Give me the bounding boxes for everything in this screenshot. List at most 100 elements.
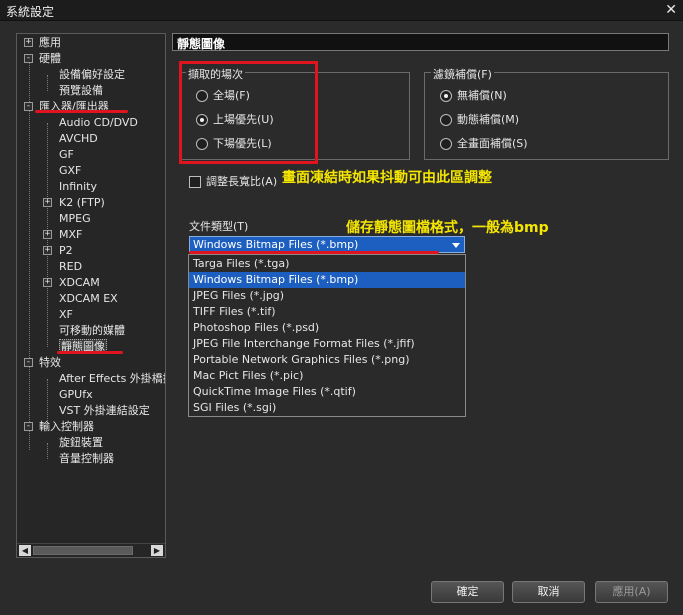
option-sgi[interactable]: SGI Files (*.sgi)	[189, 400, 465, 416]
scroll-left-arrow-icon[interactable]: ◀	[19, 545, 31, 556]
tree-item-jog-device[interactable]: 旋鈕裝置	[59, 435, 103, 451]
option-psd[interactable]: Photoshop Files (*.psd)	[189, 320, 465, 336]
option-targa[interactable]: Targa Files (*.tga)	[189, 256, 465, 272]
format-annotation: 儲存靜態圖檔格式，一般為bmp	[346, 220, 549, 236]
radio-dot[interactable]	[440, 138, 452, 150]
tree-item-label: GXF	[59, 164, 82, 177]
tree-item-after-effects-bridge[interactable]: After Effects 外掛橋接	[59, 371, 166, 387]
expand-icon[interactable]: +	[43, 278, 52, 287]
tree-item-vst-plugin[interactable]: VST 外掛連結設定	[59, 403, 150, 419]
tree-item-p2[interactable]: + P2	[41, 243, 73, 259]
panel-title-bar: 靜態圖像	[172, 33, 669, 51]
option-bmp[interactable]: Windows Bitmap Files (*.bmp)	[189, 272, 465, 288]
tree-connector	[29, 58, 30, 450]
tree-item-label: XF	[59, 308, 73, 321]
tree-item-input-controllers[interactable]: - 輸入控制器	[22, 419, 94, 435]
radio-dot-selected[interactable]	[440, 90, 452, 102]
window-title: 系統設定	[6, 5, 55, 19]
tree-item-audio-cd-dvd[interactable]: Audio CD/DVD	[59, 115, 138, 131]
tree-item-label: 硬體	[39, 52, 61, 65]
tree-item-gf[interactable]: GF	[59, 147, 74, 163]
tree-horizontal-scrollbar[interactable]: ◀ ▶	[17, 543, 165, 557]
tree-item-label: 應用	[39, 36, 61, 49]
radio-label: 動態補償(M)	[457, 113, 520, 126]
tree-item-hardware[interactable]: - 硬體	[22, 51, 61, 67]
option-jfif[interactable]: JPEG File Interchange Format Files (*.jf…	[189, 336, 465, 352]
collapse-icon[interactable]: -	[24, 54, 33, 63]
cancel-button[interactable]: 取消	[512, 581, 585, 603]
tree-item-label: AVCHD	[59, 132, 98, 145]
scroll-thumb[interactable]	[33, 546, 133, 555]
tree-item-label: VST 外掛連結設定	[59, 404, 150, 417]
tree-connector	[47, 443, 48, 459]
tree-item-label: 輸入控制器	[39, 420, 94, 433]
radio-label: 無補償(N)	[457, 89, 507, 102]
tree-item-preview-device[interactable]: 預覽設備	[59, 83, 103, 99]
file-type-selected-value: Windows Bitmap Files (*.bmp)	[193, 238, 359, 251]
tree-item-device-preferences[interactable]: 設備偏好設定	[59, 67, 125, 83]
tree-item-label: 旋鈕裝置	[59, 436, 103, 449]
expand-icon[interactable]: +	[43, 230, 52, 239]
option-tiff[interactable]: TIFF Files (*.tif)	[189, 304, 465, 320]
option-pict[interactable]: Mac Pict Files (*.pic)	[189, 368, 465, 384]
tree-item-label: After Effects 外掛橋接	[59, 372, 166, 385]
expand-icon[interactable]: +	[43, 246, 52, 255]
tree-item-label: K2 (FTP)	[59, 196, 105, 209]
tree-item-xf[interactable]: XF	[59, 307, 73, 323]
tree-item-label: XDCAM	[59, 276, 100, 289]
tree-connector	[47, 75, 48, 91]
expand-icon[interactable]: +	[43, 198, 52, 207]
tree-item-gpufx[interactable]: GPUfx	[59, 387, 93, 403]
tree-item-red[interactable]: RED	[59, 259, 82, 275]
tree-item-infinity[interactable]: Infinity	[59, 179, 97, 195]
tree-item-k2-ftp[interactable]: + K2 (FTP)	[41, 195, 105, 211]
tree-item-volume-controller[interactable]: 音量控制器	[59, 451, 114, 467]
tree-item-mpeg[interactable]: MPEG	[59, 211, 91, 227]
tree-item-label: Infinity	[59, 180, 97, 193]
tree-item-label: Audio CD/DVD	[59, 116, 138, 129]
tree-item-label: GPUfx	[59, 388, 93, 401]
tree-item-label: 音量控制器	[59, 452, 114, 465]
tree-item-label: RED	[59, 260, 83, 273]
tree-item-xdcam[interactable]: + XDCAM	[41, 275, 100, 291]
checkbox-box[interactable]	[189, 176, 201, 188]
still-image-marker	[57, 351, 123, 354]
tree-item-label: 可移動的媒體	[59, 324, 125, 337]
checkbox-label: 調整長寬比(A)	[206, 175, 278, 188]
option-qtif[interactable]: QuickTime Image Files (*.qtif)	[189, 384, 465, 400]
radio-label: 全畫面補償(S)	[457, 137, 528, 150]
ok-button[interactable]: 確定	[431, 581, 504, 603]
scroll-right-arrow-icon[interactable]: ▶	[151, 545, 163, 556]
tree-item-label: P2	[59, 244, 73, 257]
panel-title: 靜態圖像	[177, 37, 226, 51]
expand-icon[interactable]: +	[24, 38, 33, 47]
freeze-annotation: 畫面凍結時如果抖動可由此區調整	[282, 170, 492, 186]
tree-item-avchd[interactable]: AVCHD	[59, 131, 98, 147]
file-type-label: 文件類型(T)	[189, 220, 249, 233]
title-bar: 系統設定 ✕	[0, 0, 683, 21]
filter-legend: 濾鏡補償(F)	[431, 66, 494, 82]
tree-item-label: MXF	[59, 228, 83, 241]
tree-item-gxf[interactable]: GXF	[59, 163, 81, 179]
tree-item-apps[interactable]: + 應用	[22, 35, 61, 51]
tree-item-label: MPEG	[59, 212, 91, 225]
tree-item-label: XDCAM EX	[59, 292, 118, 305]
collapse-icon[interactable]: -	[24, 102, 33, 111]
tree-item-mxf[interactable]: + MXF	[41, 227, 82, 243]
tree-item-label: 設備偏好設定	[59, 68, 125, 81]
file-type-dropdown-list: Targa Files (*.tga) Windows Bitmap Files…	[188, 254, 466, 417]
collapse-icon[interactable]: -	[24, 358, 33, 367]
tree-item-label: GF	[59, 148, 74, 161]
chevron-down-icon[interactable]	[452, 243, 460, 248]
close-icon[interactable]: ✕	[665, 2, 677, 18]
option-png[interactable]: Portable Network Graphics Files (*.png)	[189, 352, 465, 368]
importer-exporter-marker	[35, 110, 128, 113]
tree-item-effects[interactable]: - 特效	[22, 355, 61, 371]
tree-item-removable-media[interactable]: 可移動的媒體	[59, 323, 125, 339]
collapse-icon[interactable]: -	[24, 422, 33, 431]
radio-dot[interactable]	[440, 114, 452, 126]
option-jpeg[interactable]: JPEG Files (*.jpg)	[189, 288, 465, 304]
tree-item-label: 特效	[39, 356, 61, 369]
tree-item-xdcam-ex[interactable]: XDCAM EX	[59, 291, 118, 307]
apply-button[interactable]: 應用(A)	[595, 581, 668, 603]
